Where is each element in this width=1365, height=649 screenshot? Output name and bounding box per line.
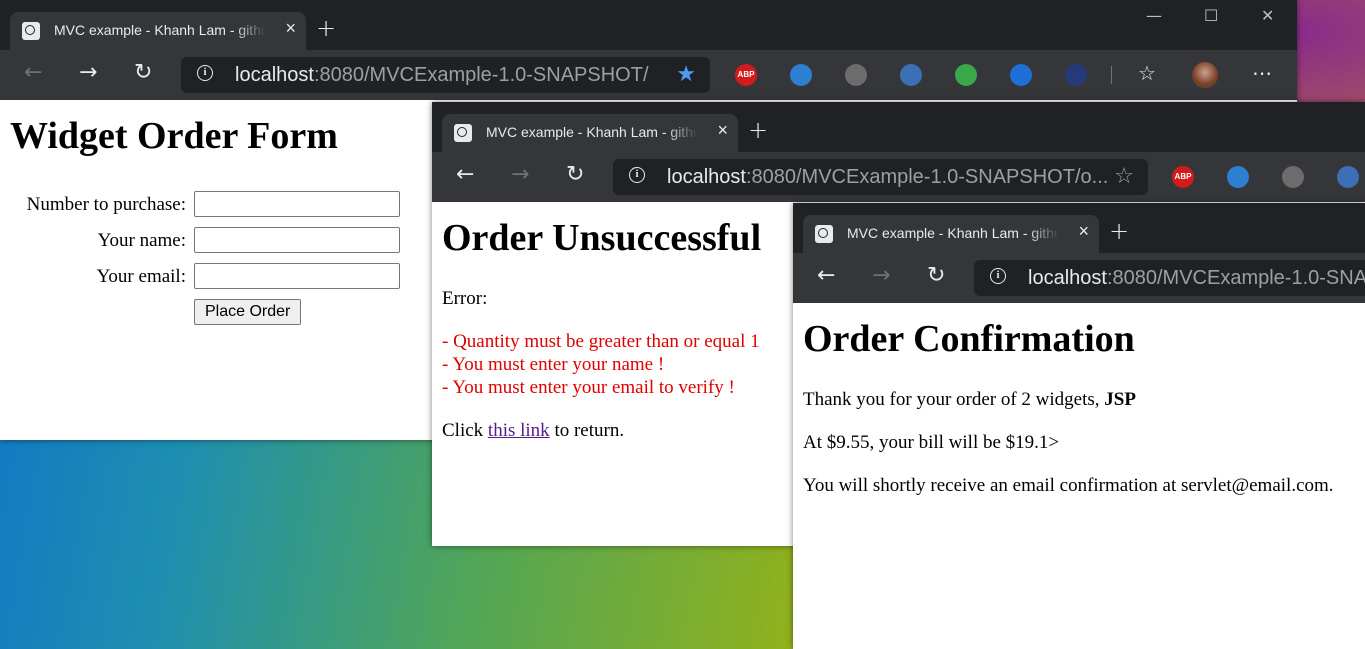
browser-tab[interactable]: MVC example - Khanh Lam - github × [803,215,1099,253]
tab-title: MVC example - Khanh Lam - github [486,124,698,140]
forward-button[interactable]: → [511,162,529,187]
tab-strip: MVC example - Khanh Lam - github × + [432,102,1365,152]
return-text: Click this link to return. [442,420,625,441]
address-bar[interactable]: i localhost:8080/MVCExample-1.0-SNAPSHOT [974,260,1365,296]
forward-button[interactable]: → [872,263,890,288]
error-message: - You must enter your name ! [442,354,665,375]
tab-title: MVC example - Khanh Lam - github [54,22,266,38]
page-title: Order Confirmation [803,318,1135,360]
site-favicon-icon [22,22,40,40]
thank-you-text: Thank you for your order of 2 widgets, J… [803,389,1136,410]
page-title: Order Unsuccessful [442,217,762,259]
tab-close-icon[interactable]: × [285,18,296,39]
email-label: Your email: [96,266,186,287]
order-confirmation-page: Order Confirmation Thank you for your or… [793,303,1365,649]
address-bar[interactable]: i localhost:8080/MVCExample-1.0-SNAPSHOT… [181,57,710,93]
error-message: - Quantity must be greater than or equal… [442,331,760,352]
tab-title: MVC example - Khanh Lam - github [847,225,1059,241]
new-tab-button[interactable]: + [748,116,768,144]
email-input[interactable] [194,263,400,289]
page-title: Widget Order Form [10,115,338,157]
settings-menu-icon[interactable]: ⋯ [1252,61,1272,85]
maximize-button[interactable]: ☐ [1204,6,1218,25]
address-url: localhost:8080/MVCExample-1.0-SNAPSHOT/ [235,64,649,86]
window-close-button[interactable]: ✕ [1261,6,1274,25]
tab-close-icon[interactable]: × [1078,221,1089,242]
extension-search-icon[interactable] [1065,64,1087,86]
reload-button[interactable]: ↻ [927,263,945,288]
new-tab-button[interactable]: + [316,14,336,42]
number-label: Number to purchase: [26,194,186,215]
back-button[interactable]: ← [817,263,835,288]
extension-feather-icon[interactable] [845,64,867,86]
forward-button[interactable]: → [79,60,97,85]
tab-strip: MVC example - Khanh Lam - github × + — ☐… [0,0,1297,50]
extension-arrow-icon[interactable] [1010,64,1032,86]
favorites-icon[interactable]: ☆ [1138,61,1156,85]
site-info-icon[interactable]: i [990,268,1006,284]
error-label: Error: [442,288,488,309]
bookmark-star-icon[interactable]: ★ [676,62,696,87]
back-button[interactable]: ← [456,162,474,187]
tab-close-icon[interactable]: × [717,120,728,141]
new-tab-button[interactable]: + [1109,217,1129,245]
browser-window-order-confirmation: MVC example - Khanh Lam - github × + ← →… [793,203,1365,649]
tab-strip: MVC example - Khanh Lam - github × + [793,203,1365,253]
browser-toolbar: ← → ↻ i localhost:8080/MVCExample-1.0-SN… [432,152,1365,202]
extension-compass-icon[interactable] [790,64,812,86]
extension-pen-icon[interactable] [900,64,922,86]
browser-tab[interactable]: MVC example - Khanh Lam - github × [10,12,306,50]
extension-globe-icon[interactable] [955,64,977,86]
adblock-plus-icon[interactable]: ABP [735,64,757,86]
adblock-plus-icon[interactable]: ABP [1172,166,1194,188]
profile-avatar[interactable] [1192,62,1218,88]
site-info-icon[interactable]: i [629,167,645,183]
address-url: localhost:8080/MVCExample-1.0-SNAPSHOT [1028,267,1365,289]
minimize-button[interactable]: — [1146,6,1162,25]
error-message: - You must enter your email to verify ! [442,377,735,398]
site-info-icon[interactable]: i [197,65,213,81]
back-button[interactable]: ← [24,60,42,85]
bookmark-star-icon[interactable]: ☆ [1114,164,1134,189]
browser-toolbar: ← → ↻ i localhost:8080/MVCExample-1.0-SN… [793,253,1365,303]
place-order-button[interactable]: Place Order [194,299,302,325]
reload-button[interactable]: ↻ [566,162,584,187]
name-label: Your name: [97,230,186,251]
extension-pen-icon[interactable] [1337,166,1359,188]
toolbar-divider [1111,66,1112,84]
return-link[interactable]: this link [488,420,550,441]
customer-name: JSP [1104,389,1136,410]
browser-tab[interactable]: MVC example - Khanh Lam - github × [442,114,738,152]
email-confirmation-text: You will shortly receive an email confir… [803,475,1334,496]
reload-button[interactable]: ↻ [134,60,152,85]
extension-feather-icon[interactable] [1282,166,1304,188]
number-input[interactable] [194,191,400,217]
bill-text: At $9.55, your bill will be $19.1> [803,432,1060,453]
site-favicon-icon [454,124,472,142]
address-url: localhost:8080/MVCExample-1.0-SNAPSHOT/o… [667,166,1109,188]
extension-compass-icon[interactable] [1227,166,1249,188]
browser-toolbar: ← → ↻ i localhost:8080/MVCExample-1.0-SN… [0,50,1297,100]
name-input[interactable] [194,227,400,253]
site-favicon-icon [815,225,833,243]
address-bar[interactable]: i localhost:8080/MVCExample-1.0-SNAPSHOT… [613,159,1148,195]
